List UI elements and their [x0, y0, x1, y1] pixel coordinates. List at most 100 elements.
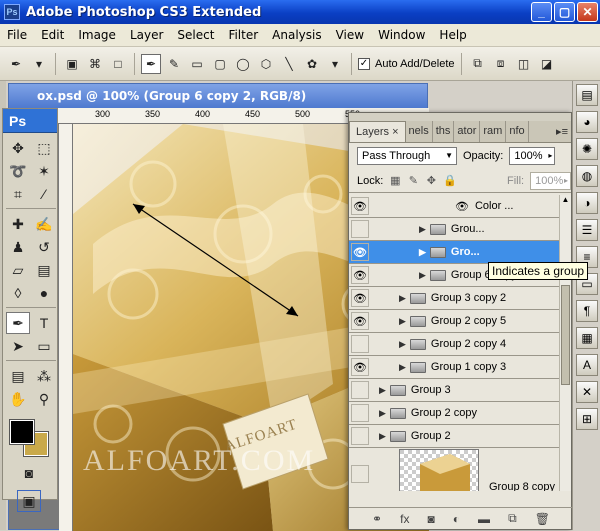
delete-layer-icon[interactable]: 🗑: [535, 512, 550, 526]
layer-row[interactable]: ▶ Group 3: [349, 379, 561, 402]
rectangle-icon[interactable]: ▭: [187, 54, 207, 74]
expand-triangle-icon[interactable]: ▶: [419, 224, 426, 235]
pen-icon[interactable]: ✒: [141, 53, 161, 74]
menu-filter[interactable]: Filter: [221, 28, 265, 42]
opacity-field[interactable]: 100% ▸: [509, 147, 556, 165]
scrollbar-thumb[interactable]: [561, 285, 570, 385]
tab-info[interactable]: nfo: [506, 121, 529, 142]
polygon-icon[interactable]: ⬡: [256, 54, 276, 74]
expand-triangle-icon[interactable]: ▶: [379, 431, 386, 442]
paths-icon[interactable]: ⌘: [85, 54, 105, 74]
panel-menu-icon[interactable]: ▸≡: [553, 121, 571, 142]
foreground-color[interactable]: [9, 419, 35, 445]
dropdown-arrow-icon[interactable]: ▾: [29, 54, 49, 74]
visibility-eye-icon[interactable]: 👁: [351, 358, 369, 376]
history-brush-icon[interactable]: ↺: [32, 236, 56, 258]
healing-brush-icon[interactable]: ✚: [6, 213, 30, 235]
visibility-eye-icon[interactable]: [351, 427, 369, 445]
add-to-path-icon[interactable]: ⧉: [468, 54, 488, 74]
marquee-tool-icon[interactable]: ⬚: [32, 137, 56, 159]
close-button[interactable]: ✕: [577, 2, 598, 22]
geometry-options-icon[interactable]: ▾: [325, 54, 345, 74]
screen-mode-icon[interactable]: ▣: [17, 490, 41, 512]
layer-row[interactable]: ▶ Group 2: [349, 425, 561, 448]
visibility-eye-icon[interactable]: [351, 404, 369, 422]
visibility-eye-icon[interactable]: 👁: [351, 289, 369, 307]
expand-triangle-icon[interactable]: ▶: [399, 316, 406, 327]
restore-button[interactable]: ▢: [554, 2, 575, 22]
menu-image[interactable]: Image: [71, 28, 123, 42]
history-icon[interactable]: ◑: [576, 192, 598, 214]
intersect-path-icon[interactable]: ◫: [514, 54, 534, 74]
tab-paths[interactable]: ths: [433, 121, 455, 142]
zoom-tool-icon[interactable]: ⚲: [32, 388, 56, 410]
dodge-tool-icon[interactable]: ●: [32, 282, 56, 304]
layer-row[interactable]: ▶ Group 2 copy: [349, 402, 561, 425]
expand-triangle-icon[interactable]: ▶: [399, 362, 406, 373]
hand-tool-icon[interactable]: ✋: [6, 388, 30, 410]
layer-row[interactable]: 👁 👁 Color ...: [349, 195, 561, 218]
expand-triangle-icon[interactable]: ▶: [399, 339, 406, 350]
type-tool-icon[interactable]: T: [32, 312, 56, 334]
blur-tool-icon[interactable]: ◊: [6, 282, 30, 304]
color-icon[interactable]: ◕: [576, 111, 598, 133]
panel-grip[interactable]: [349, 113, 571, 121]
visibility-eye-icon[interactable]: 👁: [351, 197, 369, 215]
layer-row[interactable]: 👁 ▶ Gro...: [349, 241, 561, 264]
notes-tool-icon[interactable]: ▤: [6, 365, 30, 387]
visibility-eye-icon[interactable]: [351, 465, 369, 483]
adjustment-layer-icon[interactable]: ◐: [453, 512, 460, 526]
lock-pixels-icon[interactable]: ✎: [407, 174, 419, 188]
tool-presets-icon[interactable]: A: [576, 354, 598, 376]
crop-tool-icon[interactable]: ⌗: [6, 183, 30, 205]
blend-mode-select[interactable]: Pass Through: [357, 147, 457, 165]
color-swatches[interactable]: [6, 418, 54, 458]
subtract-path-icon[interactable]: ⧈: [491, 54, 511, 74]
visibility-eye-icon[interactable]: [351, 335, 369, 353]
character-icon[interactable]: ¶: [576, 300, 598, 322]
clone-stamp-icon[interactable]: ♟: [6, 236, 30, 258]
tab-channels[interactable]: nels: [406, 121, 433, 142]
layer-mask-icon[interactable]: ◙: [427, 512, 434, 526]
auto-add-delete-checkbox[interactable]: ✓: [358, 57, 370, 70]
layer-row[interactable]: ▶ Grou...: [349, 218, 561, 241]
path-selection-icon[interactable]: ➤: [6, 335, 30, 357]
visibility-eye-icon[interactable]: 👁: [351, 312, 369, 330]
lock-position-icon[interactable]: ✥: [425, 174, 437, 188]
menu-layer[interactable]: Layer: [123, 28, 170, 42]
custom-shape-icon[interactable]: ✿: [302, 54, 322, 74]
layer-scrollbar[interactable]: ▲: [559, 195, 571, 491]
tab-navigator[interactable]: ator: [454, 121, 481, 142]
new-group-icon[interactable]: ▬: [478, 512, 490, 526]
menu-help[interactable]: Help: [432, 28, 473, 42]
actions-icon[interactable]: ☰: [576, 219, 598, 241]
eyedropper-icon[interactable]: ⁂: [32, 365, 56, 387]
visibility-eye-icon[interactable]: [351, 381, 369, 399]
animation-icon[interactable]: ⊞: [576, 408, 598, 430]
menu-view[interactable]: View: [329, 28, 371, 42]
magic-wand-icon[interactable]: ✶: [32, 160, 56, 182]
minimize-button[interactable]: _: [531, 2, 552, 22]
pen-tool-icon[interactable]: ✒: [6, 312, 30, 334]
paragraph-icon[interactable]: ▦: [576, 327, 598, 349]
lasso-tool-icon[interactable]: ➰: [6, 160, 30, 182]
navigator-icon[interactable]: ▤: [576, 84, 598, 106]
rounded-rectangle-icon[interactable]: ▢: [210, 54, 230, 74]
layer-row[interactable]: 👁 ▶ Group 3 copy 2: [349, 287, 561, 310]
exclude-path-icon[interactable]: ◪: [537, 54, 557, 74]
lock-transparency-icon[interactable]: ▦: [389, 174, 401, 188]
menu-select[interactable]: Select: [170, 28, 221, 42]
layer-row[interactable]: ▶ Group 2 copy 4: [349, 333, 561, 356]
line-icon[interactable]: ╲: [279, 54, 299, 74]
menu-analysis[interactable]: Analysis: [265, 28, 328, 42]
expand-triangle-icon[interactable]: ▶: [379, 408, 386, 419]
link-layers-icon[interactable]: ⚭: [372, 512, 382, 526]
fill-field[interactable]: 100% ▸: [530, 171, 571, 190]
expand-triangle-icon[interactable]: ▶: [419, 247, 426, 258]
menu-edit[interactable]: Edit: [34, 28, 71, 42]
layer-style-icon[interactable]: fx: [400, 512, 409, 526]
layer-row[interactable]: 👁 ▶ Group 1 copy 3: [349, 356, 561, 379]
quick-mask-icon[interactable]: ◙: [17, 462, 41, 484]
tab-close-icon[interactable]: ×: [392, 126, 398, 138]
layer-row[interactable]: 👁 ▶ Group 2 copy 5: [349, 310, 561, 333]
